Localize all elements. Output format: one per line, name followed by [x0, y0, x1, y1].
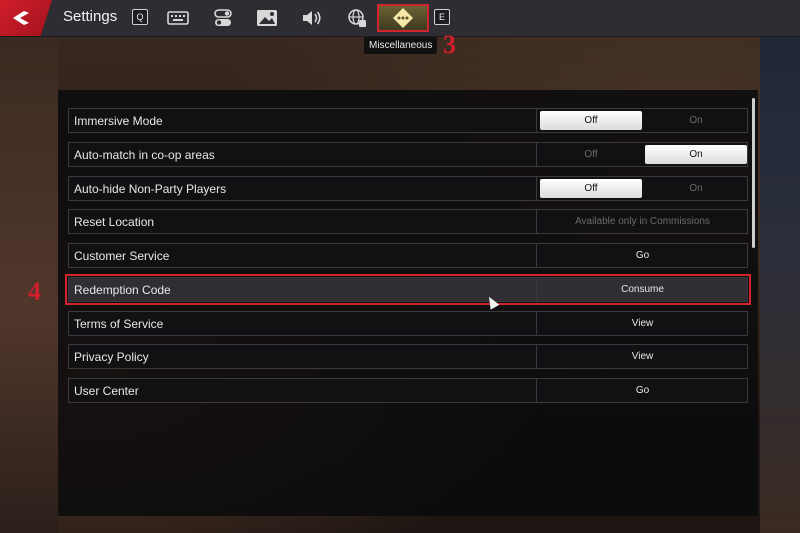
setting-label: Immersive Mode: [74, 114, 163, 128]
setting-row-auto-match: Auto-match in co-op areas Off On: [68, 142, 748, 167]
next-tab-key[interactable]: E: [434, 9, 450, 25]
setting-label: User Center: [74, 384, 139, 398]
tab-audio[interactable]: [299, 5, 325, 31]
action-control: Consume: [536, 278, 748, 301]
customer-service-go-button[interactable]: Go: [537, 244, 748, 267]
toggle-off-option[interactable]: Off: [540, 111, 642, 130]
tab-graphics[interactable]: [254, 5, 280, 31]
tab-miscellaneous[interactable]: [377, 4, 429, 32]
toggle-off-option[interactable]: Off: [540, 179, 642, 198]
setting-label: Customer Service: [74, 249, 170, 263]
back-button[interactable]: [0, 0, 52, 36]
setting-row-privacy-policy: Privacy Policy View: [68, 344, 748, 369]
action-control: Go: [536, 379, 748, 402]
toggle-control: Off On: [536, 177, 748, 200]
logo-icon: [13, 11, 29, 25]
page-title: Settings: [63, 8, 118, 25]
annotation-step-3: 3: [443, 30, 456, 59]
toggle-on-option[interactable]: On: [645, 111, 747, 130]
setting-row-customer-service: Customer Service Go: [68, 243, 748, 268]
privacy-view-button[interactable]: View: [537, 345, 748, 368]
image-icon: [257, 10, 277, 26]
prev-tab-key[interactable]: Q: [132, 9, 148, 25]
setting-label: Auto-hide Non-Party Players: [74, 182, 227, 196]
tab-tooltip: Miscellaneous: [364, 37, 438, 54]
toggle-on-option[interactable]: On: [645, 179, 747, 198]
reset-location-button: Available only in Commissions: [575, 216, 710, 227]
keyboard-icon: [167, 11, 189, 25]
tab-language[interactable]: [344, 5, 370, 31]
action-control: Go: [536, 244, 748, 267]
setting-label: Reset Location: [74, 215, 155, 229]
scrollbar[interactable]: [752, 98, 755, 248]
toggle-control: Off On: [536, 109, 748, 132]
setting-label: Redemption Code: [74, 283, 171, 297]
setting-row-terms-of-service: Terms of Service View: [68, 311, 748, 336]
setting-row-redemption-code[interactable]: Redemption Code Consume: [65, 274, 751, 305]
toggle-on-option[interactable]: On: [645, 145, 747, 164]
globe-icon: [348, 9, 366, 27]
setting-row-reset-location: Reset Location Available only in Commiss…: [68, 209, 748, 234]
redemption-consume-button[interactable]: Consume: [537, 278, 748, 301]
annotation-step-4: 4: [28, 277, 41, 306]
setting-row-auto-hide: Auto-hide Non-Party Players Off On: [68, 176, 748, 201]
terms-view-button[interactable]: View: [537, 312, 748, 335]
user-center-go-button[interactable]: Go: [537, 379, 748, 402]
toggle-icon: [214, 9, 232, 26]
setting-label: Auto-match in co-op areas: [74, 148, 215, 162]
setting-label: Privacy Policy: [74, 350, 149, 364]
top-bar: Settings Q E: [0, 0, 800, 36]
tab-keyboard[interactable]: [165, 5, 191, 31]
setting-label: Terms of Service: [74, 317, 164, 331]
toggle-control: Off On: [536, 143, 748, 166]
action-control: View: [536, 345, 748, 368]
tab-controls[interactable]: [210, 5, 236, 31]
setting-row-user-center: User Center Go: [68, 378, 748, 403]
action-control: View: [536, 312, 748, 335]
diamond-dots-icon: [393, 8, 413, 28]
setting-row-immersive-mode: Immersive Mode Off On: [68, 108, 748, 133]
action-control: Available only in Commissions: [536, 210, 748, 233]
toggle-off-option[interactable]: Off: [540, 145, 642, 164]
speaker-icon: [303, 11, 321, 25]
background-right: [760, 36, 800, 533]
